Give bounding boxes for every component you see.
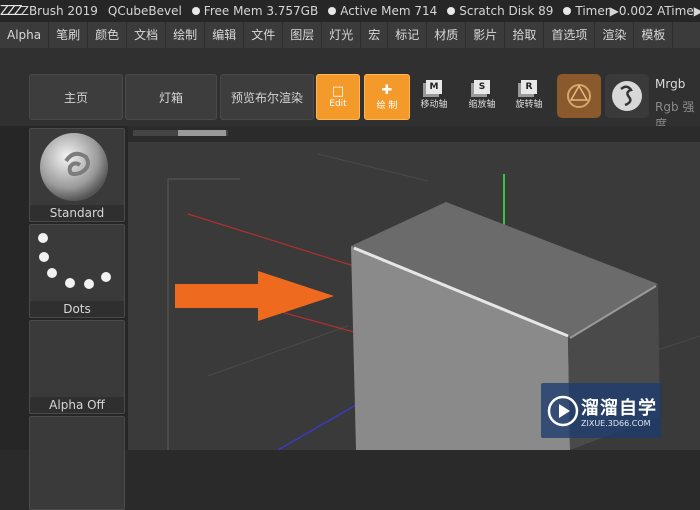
move-label: 移动轴 [420, 100, 448, 110]
watermark-url: ZIXUE.3D66.COM [581, 419, 651, 428]
dots-stroke-icon [38, 233, 111, 289]
left-shelf: Standard Dots Alpha Off [0, 126, 128, 510]
standard-brush-icon [40, 133, 108, 201]
status-dot-icon [191, 7, 200, 15]
home-button[interactable]: 主页 [29, 74, 123, 120]
active-mem-label: Active Mem 714 [340, 4, 438, 18]
move-icon: M [426, 80, 442, 94]
menu-light[interactable]: 灯光 [322, 22, 362, 48]
menu-render[interactable]: 渲染 [595, 22, 635, 48]
title-bar: ZZZ ZBrush 2019 QCubeBevel Free Mem 3.75… [0, 0, 700, 22]
x-axis-red-line [187, 213, 355, 267]
menu-preferences[interactable]: 首选项 [544, 22, 596, 48]
standard-brush-label: Standard [30, 205, 124, 221]
free-mem-status: Free Mem 3.757GB [191, 4, 319, 18]
alpha-off-label: Alpha Off [30, 397, 124, 413]
menu-file[interactable]: 文件 [244, 22, 284, 48]
menu-stencil[interactable]: 模板 [634, 22, 674, 48]
brush-slot-standard[interactable]: Standard [29, 128, 125, 222]
app-name: ZBrush 2019 [20, 4, 98, 18]
menu-edit[interactable]: 编辑 [205, 22, 245, 48]
bpr-preview-button[interactable]: 预览布尔渲染 [220, 74, 314, 120]
gizmo-icon [567, 84, 591, 108]
watermark: 溜溜自学 ZIXUE.3D66.COM [541, 383, 661, 438]
draw-icon: ✚ [381, 82, 393, 98]
grid-line [317, 153, 429, 182]
scratch-disk-status: Scratch Disk 89 [447, 4, 553, 18]
timer-status: Timer▶0.002 ATime▶0.0 [563, 4, 700, 18]
scratch-disk-label: Scratch Disk 89 [459, 4, 554, 18]
document-name: QCubeBevel [107, 4, 182, 18]
rotate-gizmo-button[interactable]: R 旋转轴 [509, 80, 549, 116]
free-mem-label: Free Mem 3.757GB [203, 4, 319, 18]
menu-bar: Alpha 笔刷 颜色 文档 绘制 编辑 文件 图层 灯光 宏 标记 材质 影片… [0, 22, 700, 48]
active-mem-status: Active Mem 714 [328, 4, 437, 18]
gizmo-3d-button[interactable] [557, 74, 601, 118]
status-dot-icon [563, 7, 572, 15]
menu-material[interactable]: 材质 [427, 22, 467, 48]
scale-icon: S [474, 80, 490, 94]
draw-label: 绘 制 [376, 100, 398, 111]
move-gizmo-button[interactable]: M 移动轴 [414, 80, 454, 116]
orange-arrow-icon [175, 271, 334, 321]
menu-marker[interactable]: 标记 [388, 22, 428, 48]
material-sphere-icon [612, 81, 642, 111]
rotate-label: 旋转轴 [515, 100, 543, 110]
rotate-icon: R [521, 80, 537, 94]
watermark-play-icon [547, 395, 579, 427]
texture-slot[interactable] [29, 416, 125, 510]
scale-gizmo-button[interactable]: S 缩放轴 [462, 80, 502, 116]
scale-label: 缩放轴 [468, 100, 496, 110]
top-toolbar: 主页 灯箱 预览布尔渲染 □ Edit ✚ 绘 制 M 移动轴 S 缩放轴 R … [0, 48, 700, 131]
lightbox-button[interactable]: 灯箱 [125, 74, 217, 120]
menu-color[interactable]: 颜色 [88, 22, 128, 48]
mrgb-toggle[interactable]: Mrgb [655, 77, 685, 91]
grid-line [207, 325, 349, 377]
edit-button[interactable]: □ Edit [316, 74, 360, 120]
timer-label: Timer▶0.002 ATime▶0.0 [575, 4, 700, 18]
menu-picker[interactable]: 拾取 [505, 22, 545, 48]
menu-brush[interactable]: 笔刷 [49, 22, 89, 48]
draw-button[interactable]: ✚ 绘 制 [364, 74, 410, 120]
status-dot-icon [328, 7, 337, 15]
menu-layer[interactable]: 图层 [283, 22, 323, 48]
watermark-title: 溜溜自学 [581, 398, 657, 419]
edit-icon: □ [331, 84, 345, 99]
status-dot-icon [447, 7, 456, 15]
material-sphere-button[interactable] [605, 74, 649, 118]
dots-stroke-label: Dots [30, 301, 124, 317]
alpha-slot[interactable]: Alpha Off [29, 320, 125, 414]
menu-document[interactable]: 文档 [127, 22, 167, 48]
menu-draw[interactable]: 绘制 [166, 22, 206, 48]
edit-label: Edit [329, 99, 347, 109]
zbrush-logo-icon: ZZZ [0, 3, 23, 19]
menu-macro[interactable]: 宏 [361, 22, 389, 48]
menu-movie[interactable]: 影片 [466, 22, 506, 48]
stroke-slot-dots[interactable]: Dots [29, 224, 125, 318]
menu-alpha[interactable]: Alpha [0, 22, 50, 48]
